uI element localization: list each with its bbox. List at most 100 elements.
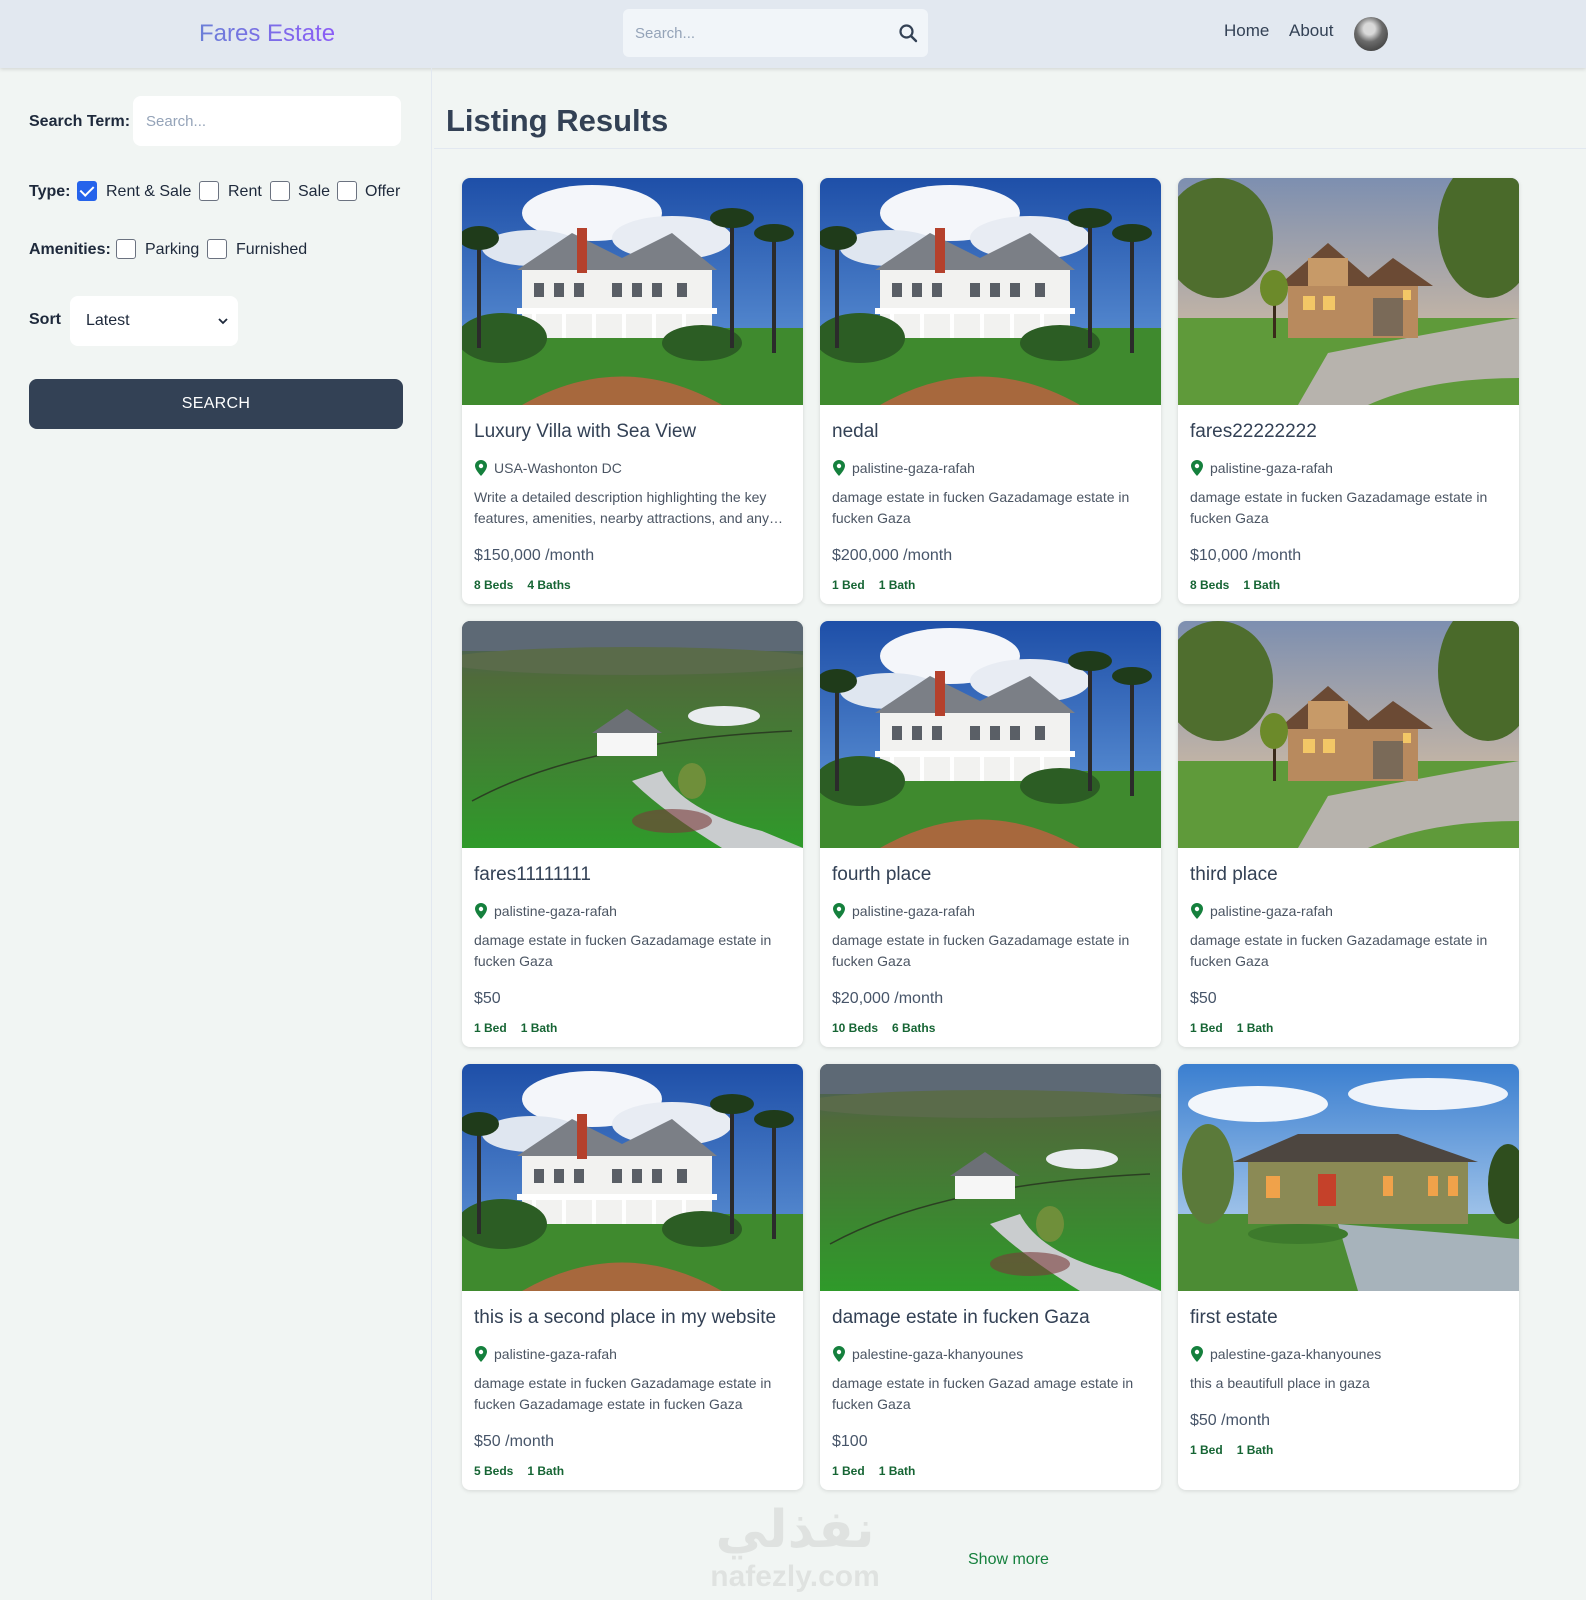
search-icon[interactable] <box>898 23 918 43</box>
listing-beds: 1 Bed <box>1190 1443 1223 1457</box>
listing-card[interactable]: nedal palistine-gaza-rafah damage estate… <box>820 178 1161 604</box>
listing-baths: 6 Baths <box>892 1021 936 1035</box>
listing-beds: 10 Beds <box>832 1021 879 1035</box>
nav-about-link[interactable]: About <box>1289 21 1333 41</box>
listing-price: $50 <box>1190 990 1217 1007</box>
listing-card[interactable]: damage estate in fucken Gaza palestine-g… <box>820 1064 1161 1490</box>
listing-image[interactable] <box>1178 178 1519 405</box>
listing-image[interactable] <box>820 1064 1161 1291</box>
rent-checkbox[interactable] <box>199 181 219 201</box>
stone-house-photo <box>1178 178 1519 405</box>
listing-features: 5 Beds 1 Bath <box>474 1464 564 1478</box>
sale-checkbox[interactable] <box>270 181 290 201</box>
map-pin-icon <box>475 460 487 476</box>
listing-price: $50 <box>474 990 501 1007</box>
header-search-input[interactable] <box>623 9 873 57</box>
search-term-input[interactable] <box>133 96 401 146</box>
listing-title[interactable]: fares22222222 <box>1190 421 1510 443</box>
rent-and-sale-checkbox[interactable] <box>77 181 97 201</box>
search-button[interactable]: SEARCH <box>29 379 403 429</box>
listing-description: damage estate in fucken Gazadamage estat… <box>474 932 772 969</box>
listing-card[interactable]: fourth place palistine-gaza-rafah damage… <box>820 621 1161 1047</box>
listing-description: damage estate in fucken Gazadamage estat… <box>1190 932 1488 969</box>
map-pin-icon <box>1191 903 1203 919</box>
filter-sidebar: Search Term: Type: Rent & Sale Rent Sale… <box>0 68 432 1600</box>
listing-price: $100 <box>832 1433 868 1450</box>
listing-features: 1 Bed 1 Bath <box>1190 1021 1273 1035</box>
furnished-label: Furnished <box>236 241 308 258</box>
avatar[interactable] <box>1354 17 1388 51</box>
villa-photo <box>820 621 1161 848</box>
listing-card[interactable]: Luxury Villa with Sea View USA-Washonton… <box>462 178 803 604</box>
listing-baths: 1 Bath <box>1243 578 1281 592</box>
watermark-logo: نفذلي nafezly.com <box>700 1500 890 1600</box>
listing-baths: 1 Bath <box>1236 1021 1274 1035</box>
listing-price: $50 /month <box>1190 1412 1271 1429</box>
listing-image[interactable] <box>462 178 803 405</box>
furnished-checkbox[interactable] <box>207 239 227 259</box>
listing-location-text: palestine-gaza-khanyounes <box>852 1346 1024 1362</box>
listing-description: damage estate in fucken Gazad amage esta… <box>832 1375 1134 1412</box>
listing-features: 1 Bed 1 Bath <box>1190 1443 1273 1457</box>
listing-title[interactable]: damage estate in fucken Gaza <box>832 1307 1152 1329</box>
listing-description: damage estate in fucken Gazadamage estat… <box>1190 489 1488 526</box>
listing-beds: 8 Beds <box>474 578 514 592</box>
listing-image[interactable] <box>462 1064 803 1291</box>
watermark-arabic: نفذلي <box>715 1501 875 1559</box>
listing-card[interactable]: this is a second place in my website pal… <box>462 1064 803 1490</box>
listing-features: 1 Bed 1 Bath <box>832 1464 915 1478</box>
listing-image[interactable] <box>820 178 1161 405</box>
villa-photo <box>820 178 1161 405</box>
brand-logo[interactable]: Fares Estate <box>199 20 335 48</box>
listing-card[interactable]: first estate palestine-gaza-khanyounes t… <box>1178 1064 1519 1490</box>
listing-price: $200,000 /month <box>832 547 953 564</box>
listing-description: damage estate in fucken Gazadamage estat… <box>832 489 1130 526</box>
listing-title[interactable]: this is a second place in my website <box>474 1307 794 1329</box>
top-navbar: Fares Estate Home About <box>0 0 1586 68</box>
listing-baths: 1 Bath <box>1236 1443 1274 1457</box>
parking-checkbox[interactable] <box>116 239 136 259</box>
listing-image[interactable] <box>1178 621 1519 848</box>
listing-image[interactable] <box>820 621 1161 848</box>
nav-home-link[interactable]: Home <box>1224 21 1269 41</box>
listing-card[interactable]: fares22222222 palistine-gaza-rafah damag… <box>1178 178 1519 604</box>
map-pin-icon <box>1191 1346 1203 1362</box>
aerial-farm-photo <box>820 1064 1161 1291</box>
listing-title[interactable]: nedal <box>832 421 1152 443</box>
listing-features: 1 Bed 1 Bath <box>832 578 915 592</box>
listing-location-text: palistine-gaza-rafah <box>852 460 975 476</box>
sort-select[interactable]: Latest <box>70 296 238 346</box>
listing-price: $50 /month <box>474 1433 555 1450</box>
listing-title[interactable]: fares11111111 <box>474 864 794 886</box>
villa-photo <box>462 1064 803 1291</box>
sort-label: Sort <box>29 311 61 328</box>
listing-title[interactable]: fourth place <box>832 864 1152 886</box>
show-more-link[interactable]: Show more <box>968 1551 1049 1569</box>
listing-title[interactable]: Luxury Villa with Sea View <box>474 421 794 443</box>
map-pin-icon <box>833 460 845 476</box>
type-label: Type: <box>29 183 71 200</box>
listing-image[interactable] <box>462 621 803 848</box>
listing-title[interactable]: third place <box>1190 864 1510 886</box>
listing-location-text: palistine-gaza-rafah <box>494 1346 617 1362</box>
listing-card[interactable]: third place palistine-gaza-rafah damage … <box>1178 621 1519 1047</box>
map-pin-icon <box>833 1346 845 1362</box>
rent-label: Rent <box>228 183 262 200</box>
offer-checkbox[interactable] <box>337 181 357 201</box>
map-pin-icon <box>475 1346 487 1362</box>
listing-location-text: USA-Washonton DC <box>494 460 622 476</box>
rent-and-sale-label: Rent & Sale <box>106 183 192 200</box>
header-search <box>623 9 928 57</box>
watermark-latin: nafezly.com <box>710 1560 880 1593</box>
listing-beds: 1 Bed <box>832 578 865 592</box>
listing-title[interactable]: first estate <box>1190 1307 1510 1329</box>
search-term-label: Search Term: <box>29 113 131 130</box>
listing-beds: 5 Beds <box>474 1464 514 1478</box>
listing-description: this a beautifull place in gaza <box>1190 1375 1370 1391</box>
listing-image[interactable] <box>1178 1064 1519 1291</box>
amenities-label: Amenities: <box>29 241 111 258</box>
villa-photo <box>462 178 803 405</box>
offer-label: Offer <box>365 183 401 200</box>
listing-location-text: palistine-gaza-rafah <box>852 903 975 919</box>
listing-card[interactable]: fares11111111 palistine-gaza-rafah damag… <box>462 621 803 1047</box>
